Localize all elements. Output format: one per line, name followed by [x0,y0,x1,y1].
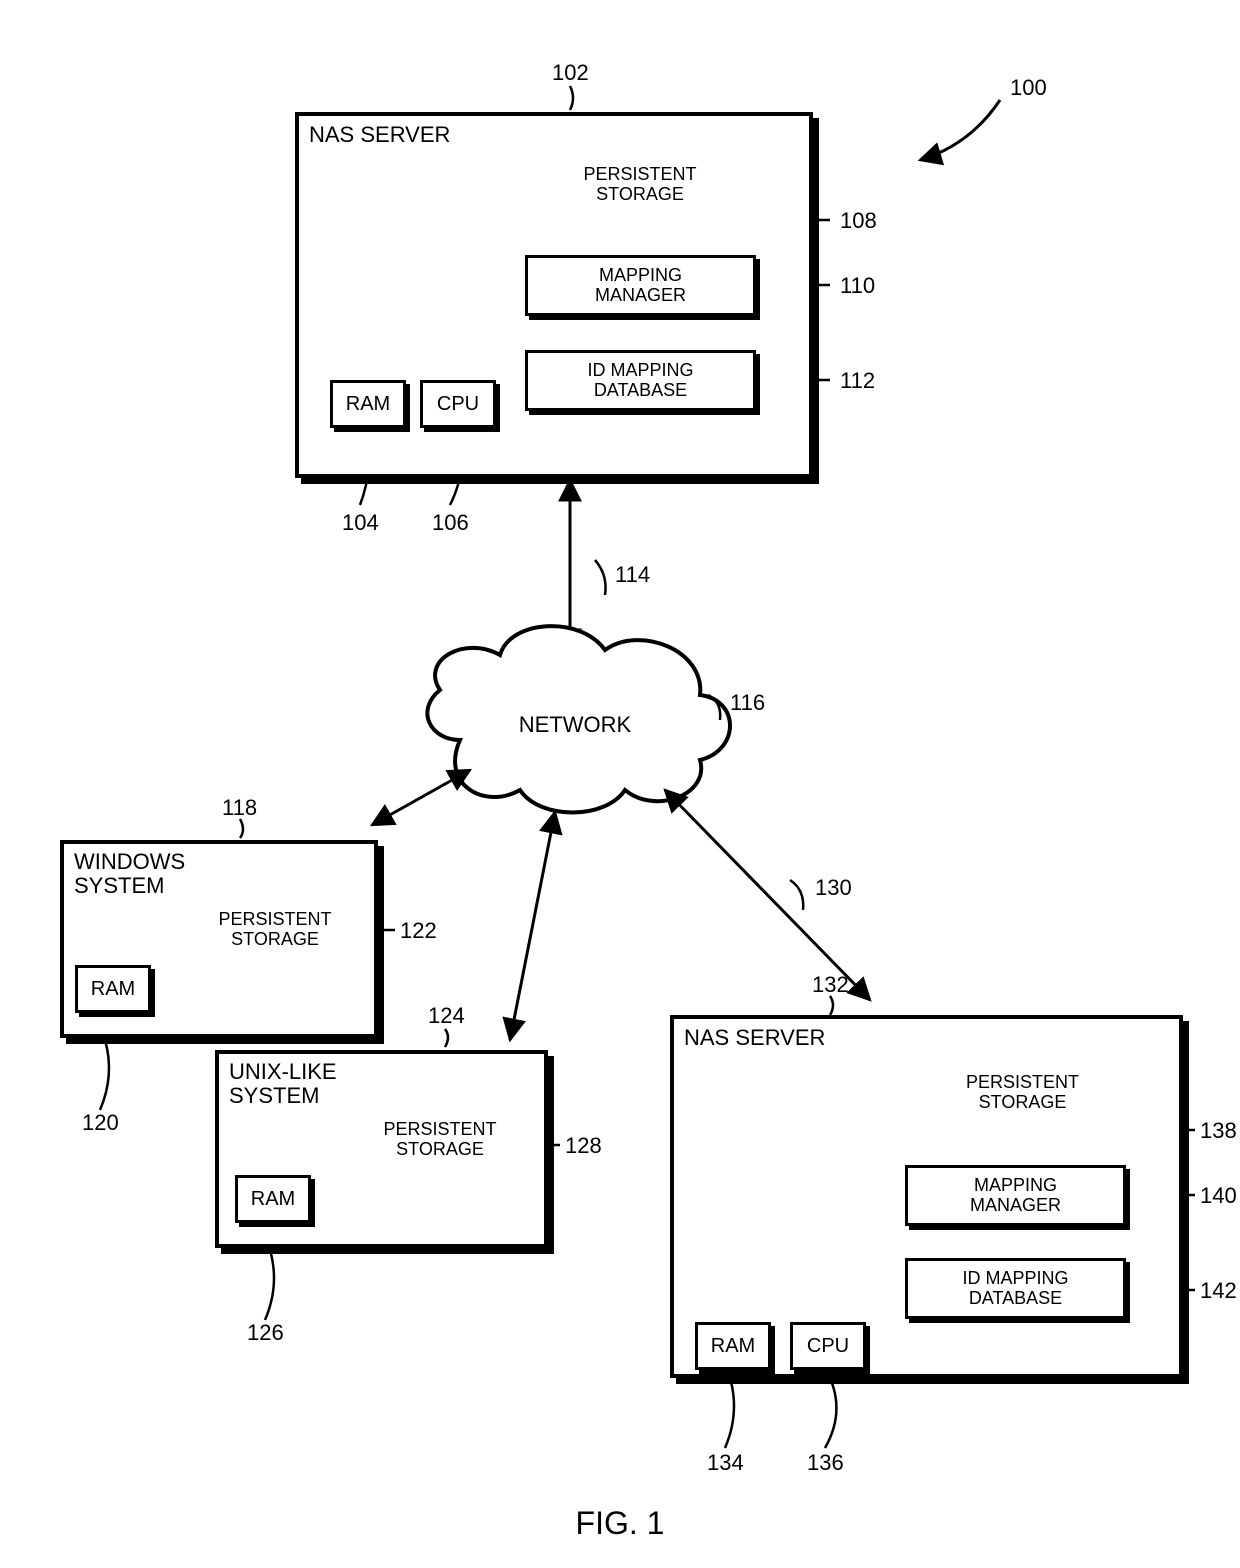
windows-system-title: WINDOWS SYSTEM [64,844,374,904]
persistent-storage-windows: PERSISTENT STORAGE [205,910,345,950]
ref-102: 102 [552,60,589,86]
ref-114: 114 [615,562,650,588]
persistent-storage-unix: PERSISTENT STORAGE [370,1120,510,1160]
ref-110: 110 [840,273,875,299]
ram-top: RAM [330,380,406,428]
persistent-storage-bottom: PERSISTENT STORAGE [945,1073,1100,1113]
ref-140: 140 [1200,1183,1237,1209]
ref-138: 138 [1200,1118,1237,1144]
unix-system-title: UNIX-LIKE SYSTEM [219,1054,544,1114]
figure-label: FIG. 1 [560,1505,680,1542]
network-label: NETWORK [505,712,645,738]
ref-118: 118 [222,795,257,821]
cpu-top: CPU [420,380,496,428]
persistent-storage-top: PERSISTENT STORAGE [560,165,720,205]
ram-unix: RAM [235,1175,311,1223]
ref-120: 120 [82,1110,119,1136]
ref-116: 116 [730,690,765,716]
id-mapping-db-bottom: ID MAPPING DATABASE [905,1258,1126,1319]
ref-134: 134 [707,1450,744,1476]
ref-128: 128 [565,1133,602,1159]
ref-122: 122 [400,918,437,944]
ref-106: 106 [432,510,469,536]
mapping-manager-top: MAPPING MANAGER [525,255,756,316]
ref-124: 124 [428,1003,465,1029]
nas-server-bottom-title: NAS SERVER [674,1019,1179,1057]
id-mapping-db-top: ID MAPPING DATABASE [525,350,756,411]
ref-108: 108 [840,208,877,234]
ref-130: 130 [815,875,852,901]
ref-100: 100 [1010,75,1047,101]
ram-windows: RAM [75,965,151,1013]
ref-136: 136 [807,1450,844,1476]
mapping-manager-bottom: MAPPING MANAGER [905,1165,1126,1226]
ref-126: 126 [247,1320,284,1346]
ref-104: 104 [342,510,379,536]
ref-142: 142 [1200,1278,1237,1304]
ref-112: 112 [840,368,875,394]
ram-bottom: RAM [695,1322,771,1370]
ref-132: 132 [812,972,849,998]
nas-server-top-title: NAS SERVER [299,116,809,154]
cpu-bottom: CPU [790,1322,866,1370]
